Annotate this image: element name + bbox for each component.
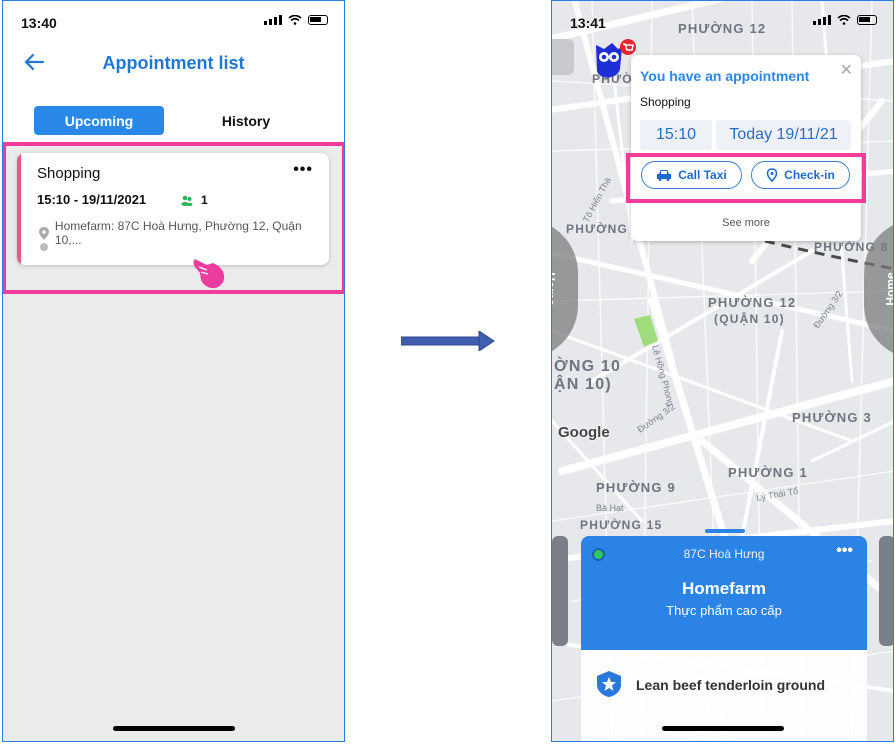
popup-date: Today 19/11/21 bbox=[716, 120, 851, 150]
status-time: 13:40 bbox=[21, 15, 57, 31]
store-address: 87C Hoà Hưng bbox=[683, 547, 765, 561]
page-title: Appointment list bbox=[102, 53, 245, 73]
tab-upcoming[interactable]: Upcoming bbox=[34, 106, 164, 135]
phone-right-screen: PHƯỜNG 12 PHƯỜNG 8 PHƯỜNG 12 (QUẬN 10) Ờ… bbox=[551, 0, 894, 742]
tab-history[interactable]: History bbox=[186, 106, 306, 135]
home-indicator bbox=[661, 726, 784, 731]
store-name: Homefarm bbox=[681, 579, 767, 598]
wifi-icon bbox=[837, 15, 851, 25]
star-badge-icon bbox=[597, 671, 621, 697]
popup-time: 15:10 bbox=[640, 120, 712, 150]
map-label-phuong-12-q10: PHƯỜNG 12 bbox=[708, 295, 796, 310]
sheet-grabber[interactable] bbox=[705, 529, 745, 533]
status-bar: 13:41 bbox=[552, 9, 893, 31]
highlight-frame bbox=[3, 142, 344, 294]
store-header: 87C Hoà Hưng ••• Homefarm Thực phẩm cao … bbox=[581, 536, 867, 650]
home-indicator bbox=[112, 726, 235, 731]
transition-arrow-icon bbox=[401, 331, 495, 351]
popup-category: Shopping bbox=[640, 95, 691, 109]
google-logo: Google bbox=[558, 424, 610, 441]
map-label-quan-10: ẬN 10) bbox=[554, 374, 612, 393]
street-label-ba-hat: Bà Hạt bbox=[596, 503, 624, 513]
map-label-phuong-15: PHƯỜNG 15 bbox=[580, 517, 662, 532]
status-bar: 13:40 bbox=[3, 9, 344, 31]
popup-title: You have an appointment bbox=[640, 68, 810, 84]
product-name[interactable]: Lean beef tenderloin ground bbox=[636, 677, 825, 693]
map-label-phuong-1: PHƯỜNG 1 bbox=[728, 465, 808, 480]
signal-icon bbox=[264, 15, 282, 25]
store-tagline: Thực phẩm cao cấp bbox=[666, 603, 782, 618]
side-card-right[interactable] bbox=[879, 536, 893, 646]
highlight-frame bbox=[626, 153, 866, 203]
map-label-phuong-10: ỜNG 10 bbox=[554, 356, 621, 375]
tap-hand-icon bbox=[193, 259, 225, 289]
more-options-icon[interactable]: ••• bbox=[836, 542, 853, 560]
menu-handle[interactable] bbox=[552, 39, 574, 75]
appointment-popup: You have an appointment ✕ Shopping 15:10… bbox=[631, 55, 861, 241]
close-icon[interactable]: ✕ bbox=[840, 60, 853, 80]
store-sheet[interactable]: 87C Hoà Hưng ••• Homefarm Thực phẩm cao … bbox=[581, 529, 867, 741]
signal-icon bbox=[813, 15, 831, 25]
map-label-phuong-left: PHƯỜNG bbox=[566, 221, 628, 236]
map-label-phuong-3: PHƯỜNG 3 bbox=[792, 410, 872, 425]
map-label-quan-10-small: (QUẬN 10) bbox=[714, 311, 785, 326]
battery-icon bbox=[857, 15, 877, 25]
status-time: 13:41 bbox=[570, 15, 606, 31]
wifi-icon bbox=[288, 15, 302, 25]
see-more-link[interactable]: See more bbox=[631, 217, 861, 229]
battery-icon bbox=[308, 15, 328, 25]
phone-left-screen: 13:40 Appointment list Upcoming History … bbox=[2, 0, 345, 742]
map-label-phuong-9: PHƯỜNG 9 bbox=[596, 480, 676, 495]
side-card-left[interactable] bbox=[552, 536, 568, 646]
